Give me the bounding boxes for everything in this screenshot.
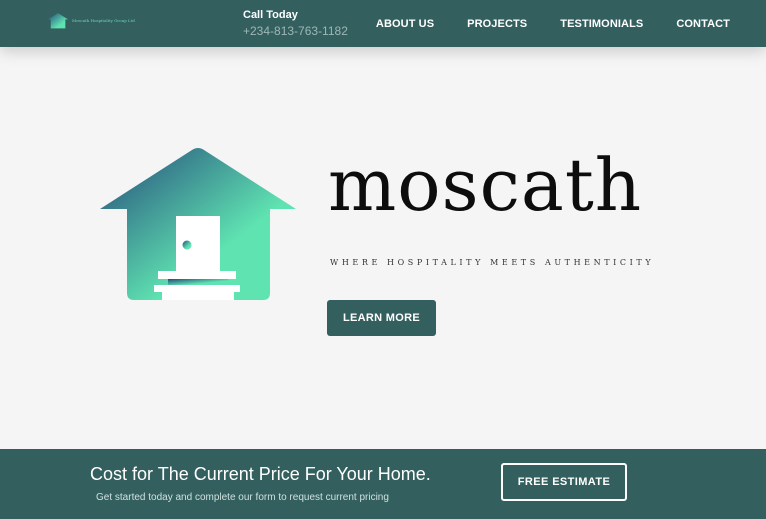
- house-icon: [100, 148, 296, 300]
- header-logo-text: Moscath Hospitality Group Ltd: [72, 18, 135, 23]
- header-logo[interactable]: Moscath Hospitality Group Ltd: [48, 13, 138, 33]
- nav-contact[interactable]: CONTACT: [676, 18, 730, 30]
- house-icon: [48, 13, 68, 29]
- learn-more-button[interactable]: LEARN MORE: [327, 300, 436, 336]
- main-nav: ABOUT US PROJECTS TESTIMONIALS CONTACT: [343, 18, 730, 30]
- brand-tagline: WHERE HOSPITALITY MEETS AUTHENTICITY: [330, 258, 655, 267]
- brand-name: moscath: [328, 143, 643, 227]
- free-estimate-button[interactable]: FREE ESTIMATE: [501, 463, 627, 501]
- nav-projects[interactable]: PROJECTS: [467, 18, 527, 30]
- phone-number[interactable]: +234-813-763-1182: [243, 24, 348, 38]
- cta-subtitle: Get started today and complete our form …: [96, 492, 389, 503]
- call-today: Call Today +234-813-763-1182: [243, 9, 348, 38]
- hero-section: moscath WHERE HOSPITALITY MEETS AUTHENTI…: [0, 47, 766, 449]
- call-label: Call Today: [243, 9, 298, 21]
- nav-testimonials[interactable]: TESTIMONIALS: [560, 18, 643, 30]
- site-header: Moscath Hospitality Group Ltd Call Today…: [0, 0, 766, 47]
- nav-about-us[interactable]: ABOUT US: [376, 18, 434, 30]
- estimate-cta-band: Cost for The Current Price For Your Home…: [0, 449, 766, 519]
- cta-title: Cost for The Current Price For Your Home…: [90, 464, 431, 484]
